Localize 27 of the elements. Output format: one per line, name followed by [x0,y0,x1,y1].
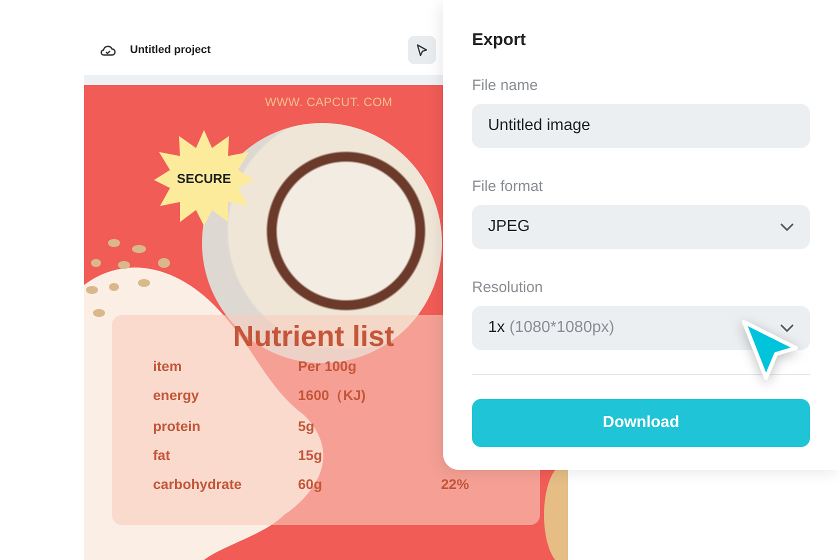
chevron-down-icon [780,324,794,332]
chevron-down-icon [780,223,794,231]
select-field[interactable]: JPEG [472,205,810,249]
field-label: File format [472,178,544,195]
table-title: Nutrient list [233,321,394,354]
nutrient-name: fat [153,447,172,463]
file-name-input[interactable]: Untitled image [472,104,810,148]
nutrient-name: energy [153,387,200,405]
nutrient-name: carbohydrate [153,476,243,492]
select-field[interactable]: 1x (1080*1080px) [472,306,810,350]
field-label: File name [472,77,539,94]
nutrient-amount: 5g [298,418,316,434]
pointer-button[interactable] [408,36,436,64]
pointer-icon [416,44,428,56]
nutrient-amount: 15g [298,447,324,463]
cloud-icon [100,43,116,57]
nutrient-percent: 22% [441,476,470,492]
project-title: Untitled project [130,44,212,56]
badge-text: SECURE [176,170,232,186]
website-text: WWW. CAPCUT. COM [265,95,392,109]
nutrient-amount: 60g [298,476,324,492]
panel-title: Export [472,30,527,50]
nutrient-name: item [153,358,183,374]
nutrient-amount: Per 100g [298,358,358,374]
nutrient-name: protein [153,418,202,434]
nutrient-amount: 1600（KJ) [298,387,367,405]
field-label: Resolution [472,279,544,296]
